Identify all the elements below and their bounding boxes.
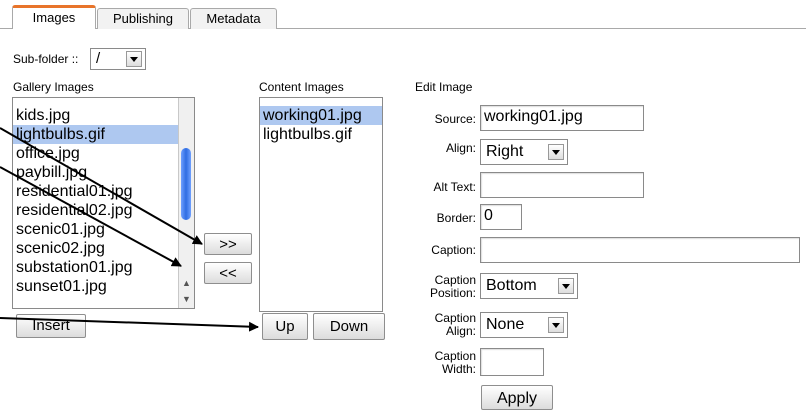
arrow-to-up-button	[0, 317, 259, 332]
arrow-to-add-button	[0, 127, 203, 245]
annotation-arrows	[0, 127, 259, 332]
